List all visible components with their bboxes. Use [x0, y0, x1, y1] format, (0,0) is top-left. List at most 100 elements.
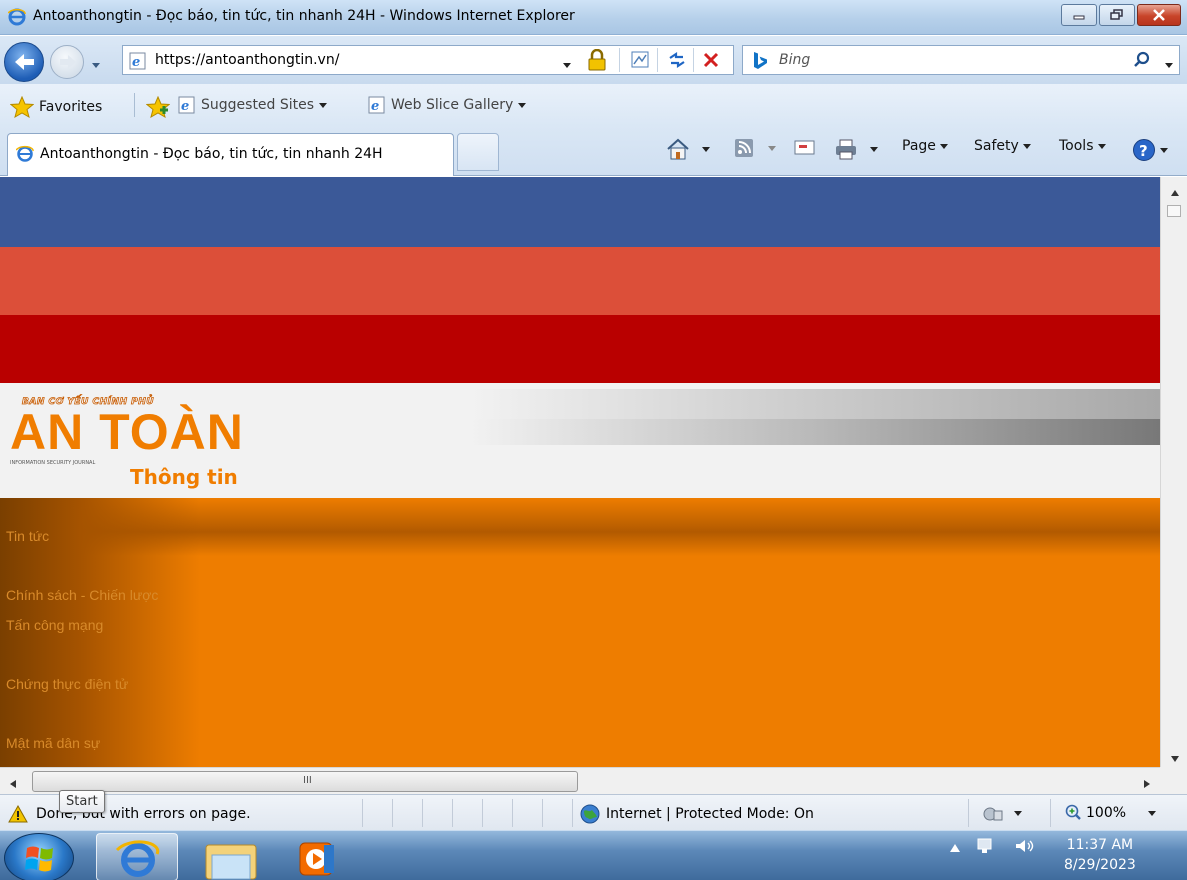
ie-logo-icon	[7, 8, 26, 30]
network-icon[interactable]	[976, 837, 998, 859]
suggested-sites-link[interactable]: e Suggested Sites	[178, 96, 328, 114]
safety-menu-label: Safety	[974, 138, 1019, 154]
volume-icon[interactable]	[1014, 837, 1036, 859]
compact-menu-icon[interactable]	[1167, 205, 1181, 217]
web-slice-gallery-label: Web Slice Gallery	[391, 97, 514, 113]
print-button[interactable]	[834, 138, 878, 160]
read-mail-button[interactable]	[794, 138, 816, 156]
svg-text:e: e	[371, 99, 379, 114]
tools-menu[interactable]: Tools	[1059, 138, 1106, 154]
chevron-down-icon	[319, 102, 328, 108]
close-icon	[1153, 9, 1165, 21]
favorites-button[interactable]: Favorites	[10, 96, 102, 118]
tools-menu-label: Tools	[1059, 138, 1094, 154]
show-hidden-icons-icon[interactable]	[950, 841, 960, 856]
nav-menu: Tin tức Chính sách - Chiến lược Tấn công…	[0, 498, 1160, 767]
search-icon[interactable]	[1133, 51, 1151, 73]
tab-antoanthongtin[interactable]: Antoanthongtin - Đọc báo, tin tức, tin n…	[7, 133, 454, 176]
web-content: BAN CƠ YẾU CHÍNH PHỦ AN TOÀN INFORMATION…	[0, 177, 1160, 767]
printer-icon	[836, 139, 856, 160]
ie-tab-icon	[15, 145, 34, 167]
minimize-button[interactable]	[1061, 4, 1097, 26]
globe-icon	[580, 804, 600, 824]
logo-main-text: AN TOÀN	[10, 404, 244, 460]
warning-icon[interactable]	[8, 804, 28, 827]
lock-icon[interactable]	[587, 48, 607, 75]
title-bar: Antoanthongtin - Đọc báo, tin tức, tin n…	[0, 0, 1187, 35]
menu-item-tin-tuc[interactable]: Tin tức	[6, 528, 49, 544]
zone-settings-icon	[983, 807, 1003, 821]
search-placeholder[interactable]: Bing	[779, 52, 810, 68]
scroll-left-icon[interactable]	[10, 777, 16, 792]
taskbar-windows-explorer[interactable]	[190, 833, 272, 880]
header-band-red	[0, 315, 1160, 383]
scroll-right-icon[interactable]	[1144, 777, 1150, 792]
forward-button[interactable]	[50, 45, 84, 79]
menu-item-mat-ma[interactable]: Mật mã dân sự	[6, 735, 100, 751]
zoom-level[interactable]: 100%	[1064, 804, 1157, 822]
horizontal-scroll-thumb[interactable]: III	[32, 771, 578, 792]
change-zone-settings-button[interactable]	[982, 804, 1022, 822]
start-tooltip: Start	[59, 790, 105, 813]
header-band-coral	[0, 247, 1160, 315]
zoom-dropdown-icon[interactable]	[1148, 810, 1157, 816]
url-text[interactable]: https://antoanthongtin.vn/	[155, 52, 339, 68]
close-button[interactable]	[1137, 4, 1181, 26]
chevron-down-icon	[518, 102, 527, 108]
ie-page-icon: e	[178, 96, 195, 114]
zoom-icon	[1065, 804, 1081, 820]
new-tab-button[interactable]	[457, 133, 499, 171]
taskbar-internet-explorer[interactable]	[96, 833, 178, 880]
search-options-dropdown-icon[interactable]	[1165, 57, 1173, 72]
navigation-bar: e https://antoanthongtin.vn/ Bing	[0, 36, 1187, 84]
refresh-icon[interactable]	[667, 51, 687, 73]
search-box[interactable]: Bing	[742, 45, 1180, 75]
logo-tagline: INFORMATION SECURITY JOURNAL	[10, 460, 96, 466]
feeds-button[interactable]	[734, 138, 776, 158]
restore-icon	[1110, 9, 1123, 20]
help-icon: ?	[1133, 139, 1155, 161]
scroll-down-icon[interactable]	[1171, 751, 1179, 766]
svg-text:?: ?	[1139, 142, 1148, 160]
recent-pages-dropdown-icon[interactable]	[92, 57, 100, 72]
security-zone[interactable]: Internet | Protected Mode: On	[580, 804, 814, 824]
vertical-scrollbar[interactable]	[1160, 177, 1187, 767]
web-slice-gallery-link[interactable]: e Web Slice Gallery	[368, 96, 527, 114]
compatibility-view-icon[interactable]	[631, 51, 651, 73]
taskbar-clock[interactable]: 11:37 AM 8/29/2023	[1064, 835, 1136, 875]
page-icon: e	[129, 52, 147, 74]
back-button[interactable]	[4, 42, 44, 82]
feeds-dropdown-icon[interactable]	[768, 145, 776, 151]
home-button[interactable]	[666, 138, 710, 160]
page-menu-label: Page	[902, 138, 936, 154]
restore-button[interactable]	[1099, 4, 1135, 26]
help-button[interactable]: ?	[1132, 138, 1168, 162]
add-to-favorites-bar-button[interactable]	[146, 96, 170, 118]
chevron-down-icon	[939, 143, 948, 149]
menu-item-chung-thuc[interactable]: Chứng thực điện tử	[6, 676, 128, 692]
home-dropdown-icon[interactable]	[702, 146, 710, 152]
stop-icon[interactable]	[703, 52, 719, 72]
minimize-icon	[1073, 15, 1085, 20]
menu-item-tan-cong-mang[interactable]: Tấn công mạng	[6, 617, 103, 633]
ie-page-icon: e	[368, 96, 385, 114]
print-dropdown-icon[interactable]	[870, 146, 878, 152]
folder-icon	[205, 844, 257, 880]
address-dropdown-icon[interactable]	[563, 57, 571, 72]
page-menu[interactable]: Page	[902, 138, 948, 154]
window-title: Antoanthongtin - Đọc báo, tin tức, tin n…	[33, 8, 575, 24]
help-dropdown-icon	[1160, 147, 1168, 153]
horizontal-scrollbar[interactable]: III	[0, 767, 1160, 794]
address-bar[interactable]: e https://antoanthongtin.vn/	[122, 45, 734, 75]
menu-item-chinh-sach[interactable]: Chính sách - Chiến lược	[6, 587, 158, 603]
safety-menu[interactable]: Safety	[974, 138, 1031, 154]
media-player-icon	[299, 842, 334, 876]
system-tray	[950, 837, 1036, 859]
home-icon	[667, 138, 689, 160]
mail-icon	[794, 140, 815, 155]
status-bar: Done, but with errors on page. Internet …	[0, 794, 1187, 830]
scroll-up-icon[interactable]	[1171, 185, 1179, 200]
favorites-bar: Favorites e Suggested Sites e Web Slice …	[0, 84, 1187, 126]
start-button[interactable]	[4, 833, 74, 880]
taskbar-media-player[interactable]	[284, 833, 366, 880]
